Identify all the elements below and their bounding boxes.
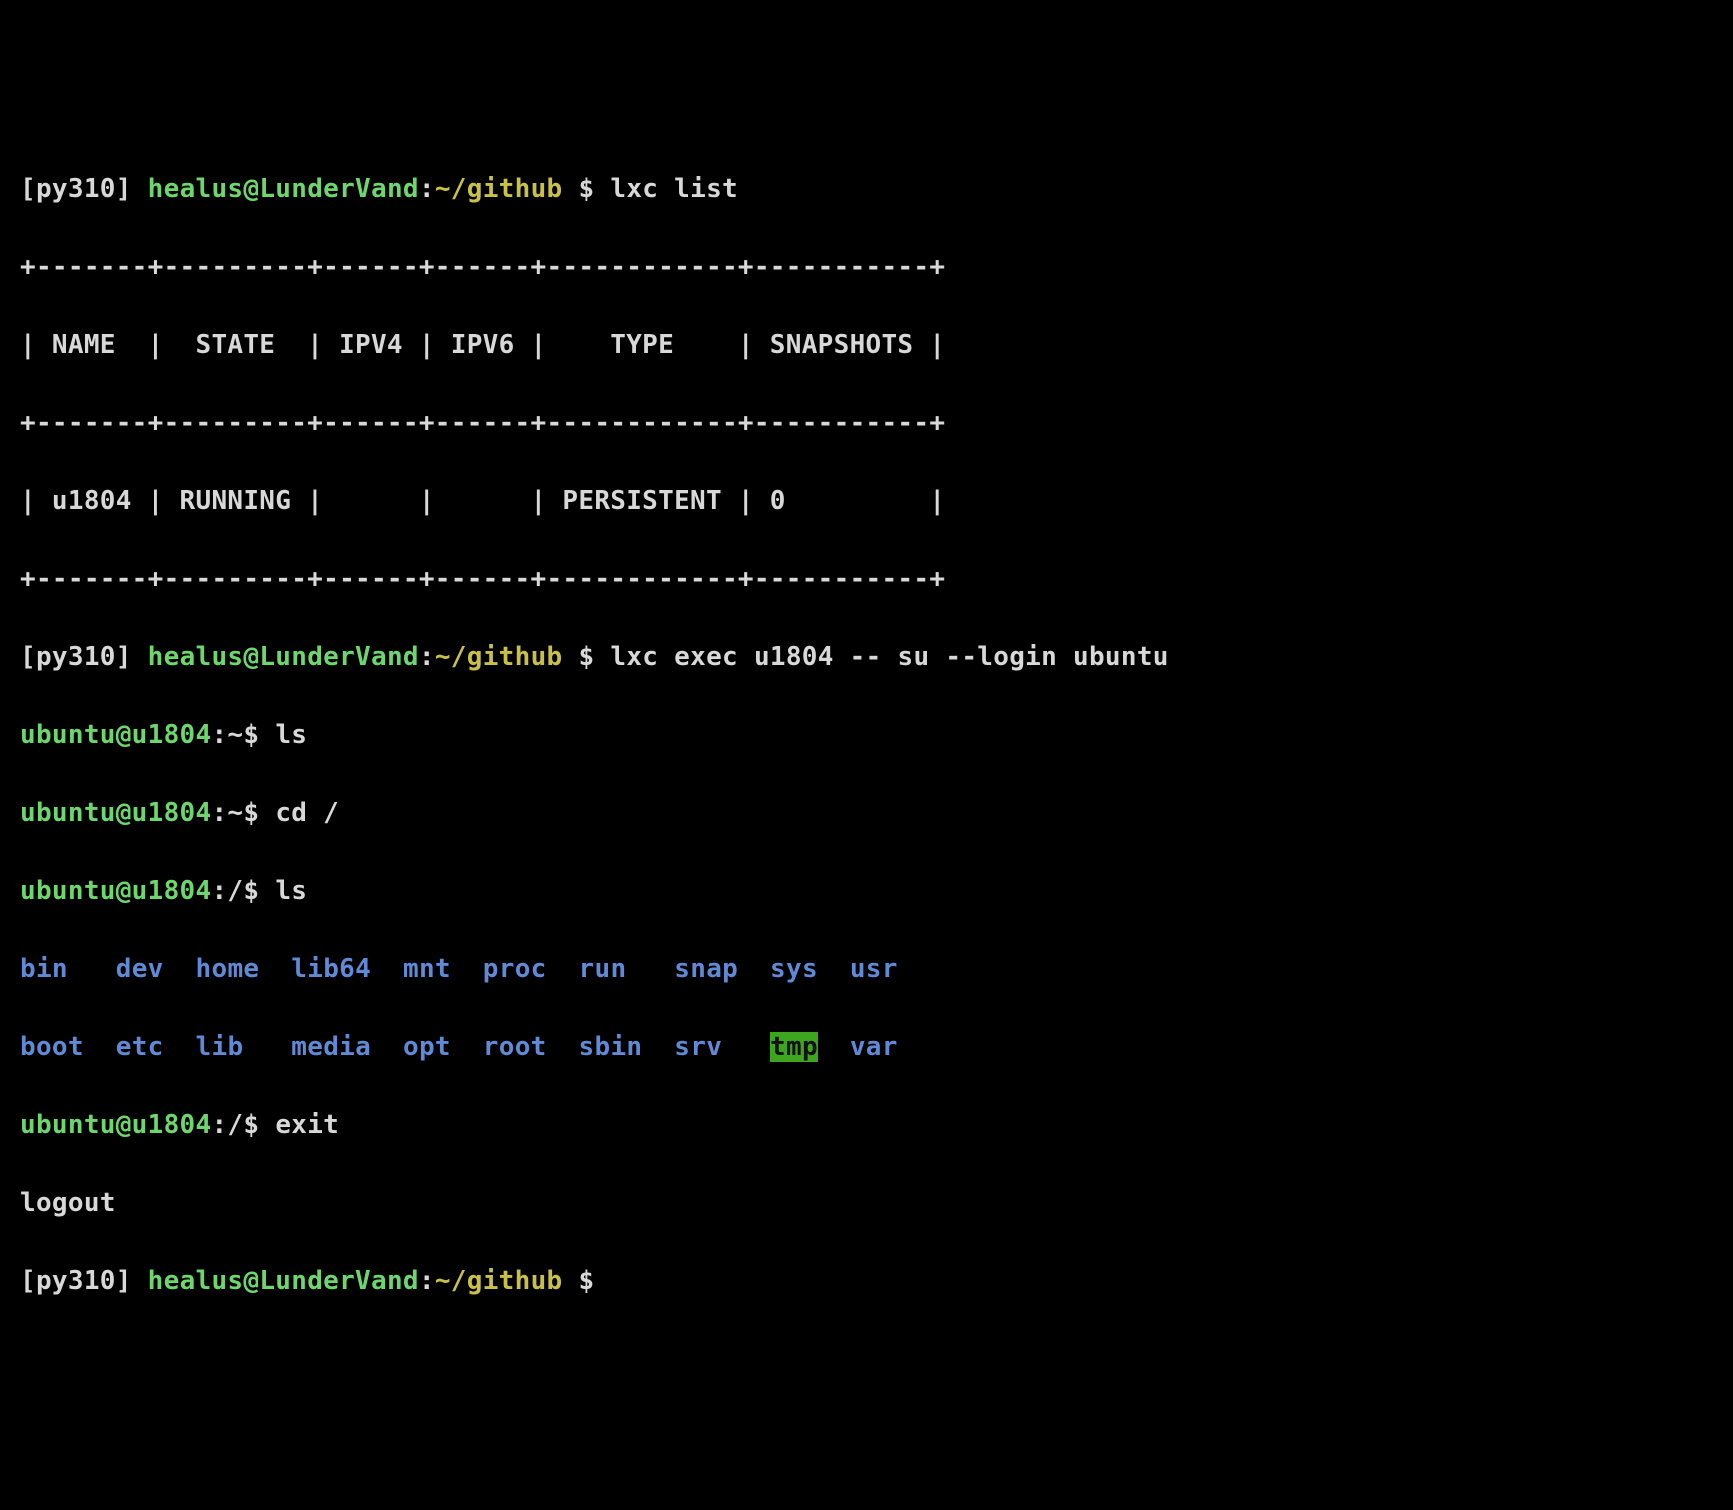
dir-boot: boot xyxy=(20,1032,84,1062)
dir-sbin: sbin xyxy=(579,1032,643,1062)
working-dir: ~/github xyxy=(435,642,563,672)
working-dir: ~/github xyxy=(435,1266,563,1296)
dir-tmp: tmp xyxy=(770,1032,818,1062)
working-dir: ~ xyxy=(227,798,243,828)
dir-mnt: mnt xyxy=(403,954,451,984)
dir-bin: bin xyxy=(20,954,68,984)
colon: : xyxy=(419,642,435,672)
command-text: lxc list xyxy=(610,174,738,204)
table-border-top: +-------+---------+------+------+-------… xyxy=(20,248,1713,287)
dir-root: root xyxy=(483,1032,547,1062)
nested-prompt-1[interactable]: ubuntu@u1804:~$ ls xyxy=(20,716,1713,755)
command-text: ls xyxy=(275,876,307,906)
working-dir: / xyxy=(227,1110,243,1140)
dir-dev: dev xyxy=(116,954,164,984)
dir-srv: srv xyxy=(674,1032,722,1062)
user-host: ubuntu@u1804 xyxy=(20,876,211,906)
dir-run: run xyxy=(579,954,627,984)
dir-home: home xyxy=(196,954,260,984)
prompt-line-3[interactable]: [py310] healus@LunderVand:~/github $ xyxy=(20,1262,1713,1301)
user-host: healus@LunderVand xyxy=(148,642,419,672)
ls-output-row-1: bin dev home lib64 mnt proc run snap sys… xyxy=(20,950,1713,989)
prompt-sigil: $ xyxy=(243,1110,275,1140)
dir-lib: lib xyxy=(196,1032,244,1062)
table-data-row: | u1804 | RUNNING | | | PERSISTENT | 0 | xyxy=(20,482,1713,521)
user-host: healus@LunderVand xyxy=(148,1266,419,1296)
colon: : xyxy=(211,720,227,750)
command-text: lxc exec u1804 -- su --login ubuntu xyxy=(610,642,1168,672)
prompt-sigil: $ xyxy=(562,174,610,204)
user-host: healus@LunderVand xyxy=(148,174,419,204)
dir-etc: etc xyxy=(116,1032,164,1062)
nested-prompt-4[interactable]: ubuntu@u1804:/$ exit xyxy=(20,1106,1713,1145)
working-dir: ~ xyxy=(227,720,243,750)
colon: : xyxy=(211,798,227,828)
logout-message: logout xyxy=(20,1184,1713,1223)
working-dir: / xyxy=(227,876,243,906)
dir-media: media xyxy=(291,1032,371,1062)
prompt-sigil: $ xyxy=(243,798,275,828)
prompt-line-1[interactable]: [py310] healus@LunderVand:~/github $ lxc… xyxy=(20,170,1713,209)
dir-usr: usr xyxy=(850,954,898,984)
dir-proc: proc xyxy=(483,954,547,984)
table-header-row: | NAME | STATE | IPV4 | IPV6 | TYPE | SN… xyxy=(20,326,1713,365)
colon: : xyxy=(211,1110,227,1140)
command-text: ls xyxy=(275,720,307,750)
prompt-sigil: $ xyxy=(243,720,275,750)
dir-opt: opt xyxy=(403,1032,451,1062)
working-dir: ~/github xyxy=(435,174,563,204)
prompt-sigil: $ xyxy=(562,1266,594,1296)
virtualenv-tag: [py310] xyxy=(20,1266,132,1296)
prompt-sigil: $ xyxy=(243,876,275,906)
user-host: ubuntu@u1804 xyxy=(20,798,211,828)
virtualenv-tag: [py310] xyxy=(20,642,132,672)
table-border-middle: +-------+---------+------+------+-------… xyxy=(20,404,1713,443)
ls-output-row-2: boot etc lib media opt root sbin srv tmp… xyxy=(20,1028,1713,1067)
dir-var: var xyxy=(850,1032,898,1062)
prompt-sigil: $ xyxy=(562,642,610,672)
user-host: ubuntu@u1804 xyxy=(20,1110,211,1140)
virtualenv-tag: [py310] xyxy=(20,174,132,204)
dir-lib64: lib64 xyxy=(291,954,371,984)
nested-prompt-3[interactable]: ubuntu@u1804:/$ ls xyxy=(20,872,1713,911)
prompt-line-2[interactable]: [py310] healus@LunderVand:~/github $ lxc… xyxy=(20,638,1713,677)
dir-snap: snap xyxy=(674,954,738,984)
colon: : xyxy=(419,174,435,204)
table-border-bottom: +-------+---------+------+------+-------… xyxy=(20,560,1713,599)
colon: : xyxy=(211,876,227,906)
dir-sys: sys xyxy=(770,954,818,984)
command-text: cd / xyxy=(275,798,339,828)
user-host: ubuntu@u1804 xyxy=(20,720,211,750)
nested-prompt-2[interactable]: ubuntu@u1804:~$ cd / xyxy=(20,794,1713,833)
colon: : xyxy=(419,1266,435,1296)
command-text: exit xyxy=(275,1110,339,1140)
